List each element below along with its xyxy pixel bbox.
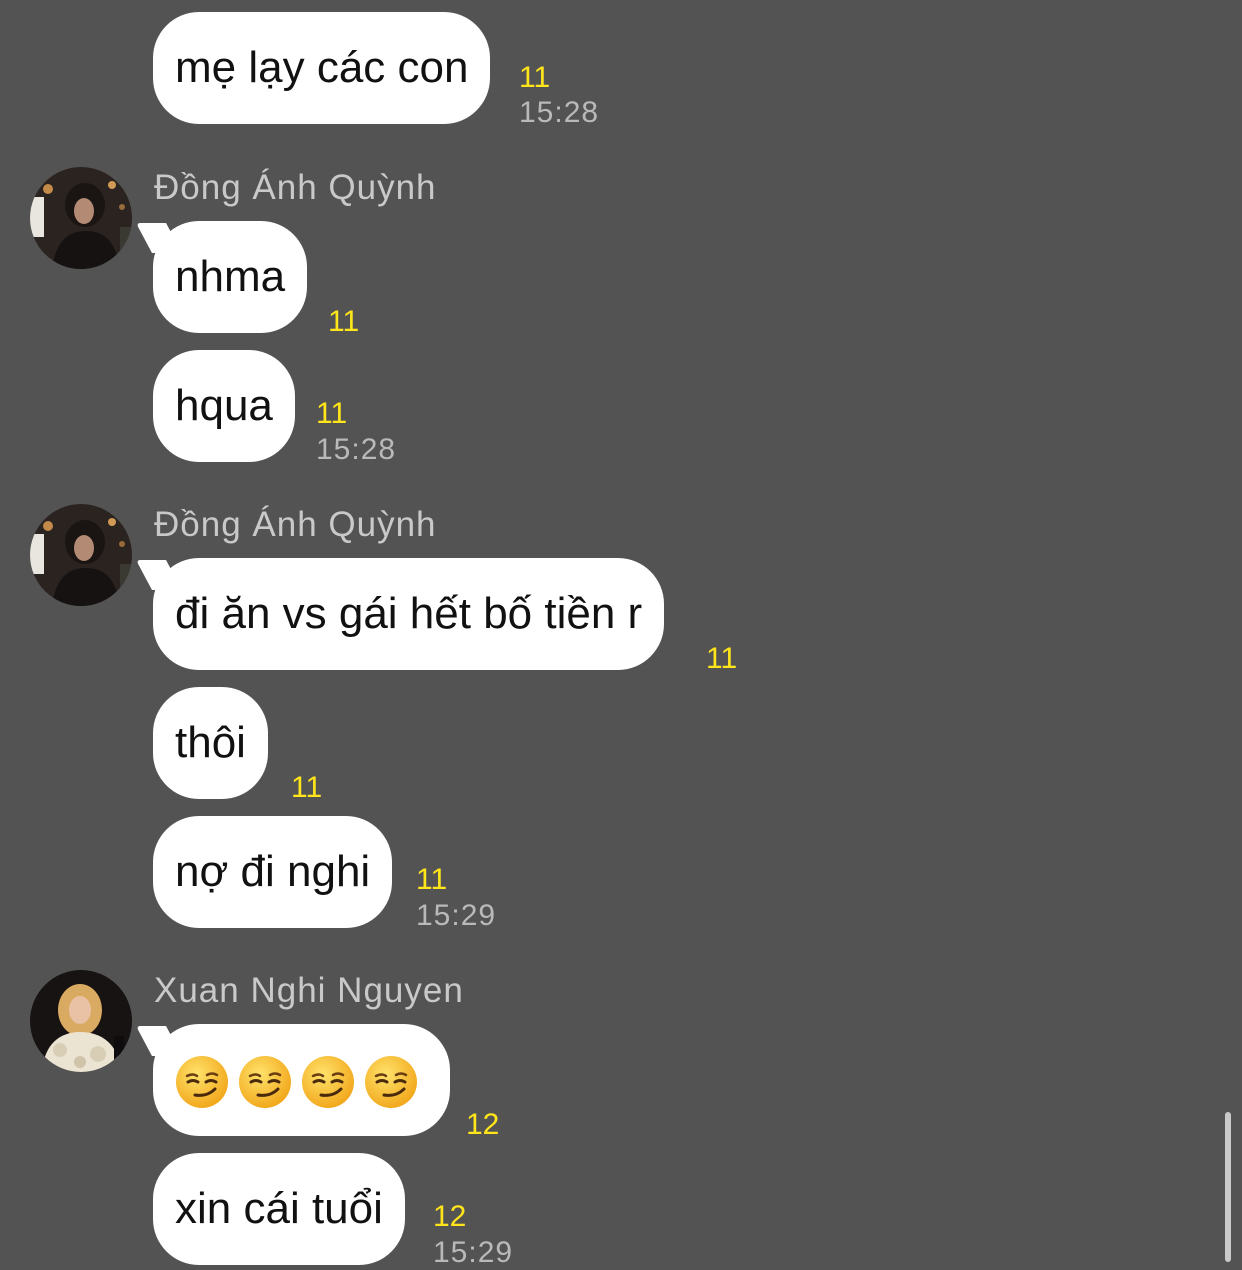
read-count: 11	[291, 771, 323, 804]
message-text: xin cái tuổi	[175, 1184, 383, 1233]
smirking-face-emoji	[176, 1056, 228, 1109]
scrollbar[interactable]	[1225, 1112, 1231, 1262]
message-bubble[interactable]: mẹ lạy các con	[153, 12, 491, 124]
smirking-face-emoji	[239, 1056, 291, 1109]
message-bubble[interactable]: nợ đi nghi	[153, 816, 393, 928]
message-timestamp: 15:28	[519, 96, 600, 129]
read-count: 12	[466, 1108, 500, 1141]
message-text: đi ăn vs gái hết bố tiền r	[175, 589, 643, 638]
message-text: nhma	[175, 252, 286, 301]
avatar[interactable]	[30, 504, 132, 606]
read-count: 11	[416, 863, 448, 896]
message-timestamp: 15:29	[433, 1236, 514, 1269]
avatar-photo	[30, 504, 132, 606]
chat-message-list[interactable]: mẹ lạy các con 11 15:28 Đồng Ánh Quỳnh n…	[0, 0, 1242, 1269]
message-text: hqua	[175, 381, 273, 430]
avatar-photo	[30, 167, 132, 269]
read-count: 11	[519, 61, 551, 94]
message-bubble[interactable]: hqua	[153, 350, 295, 462]
smirking-face-emoji	[302, 1056, 354, 1109]
read-count: 12	[433, 1200, 467, 1233]
emoji-group	[175, 1026, 418, 1138]
message-bubble[interactable]: thôi	[153, 687, 268, 799]
message-bubble[interactable]: đi ăn vs gái hết bố tiền r	[153, 558, 665, 670]
message-timestamp: 15:28	[316, 433, 397, 466]
message-bubble[interactable]	[153, 1024, 450, 1136]
message-bubble[interactable]: nhma	[153, 221, 308, 333]
read-count: 11	[706, 642, 738, 675]
smirking-face-emoji	[365, 1056, 417, 1109]
read-count: 11	[316, 397, 348, 430]
avatar-photo	[30, 970, 132, 1072]
read-count: 11	[328, 305, 360, 338]
message-text: thôi	[175, 718, 246, 767]
avatar[interactable]	[30, 970, 132, 1072]
message-text: nợ đi nghi	[175, 847, 371, 896]
sender-name: Đồng Ánh Quỳnh	[154, 168, 437, 207]
message-timestamp: 15:29	[416, 899, 497, 932]
sender-name: Xuan Nghi Nguyen	[154, 971, 464, 1010]
message-bubble[interactable]: xin cái tuổi	[153, 1153, 405, 1265]
message-text: mẹ lạy các con	[175, 43, 469, 92]
sender-name: Đồng Ánh Quỳnh	[154, 505, 437, 544]
avatar[interactable]	[30, 167, 132, 269]
